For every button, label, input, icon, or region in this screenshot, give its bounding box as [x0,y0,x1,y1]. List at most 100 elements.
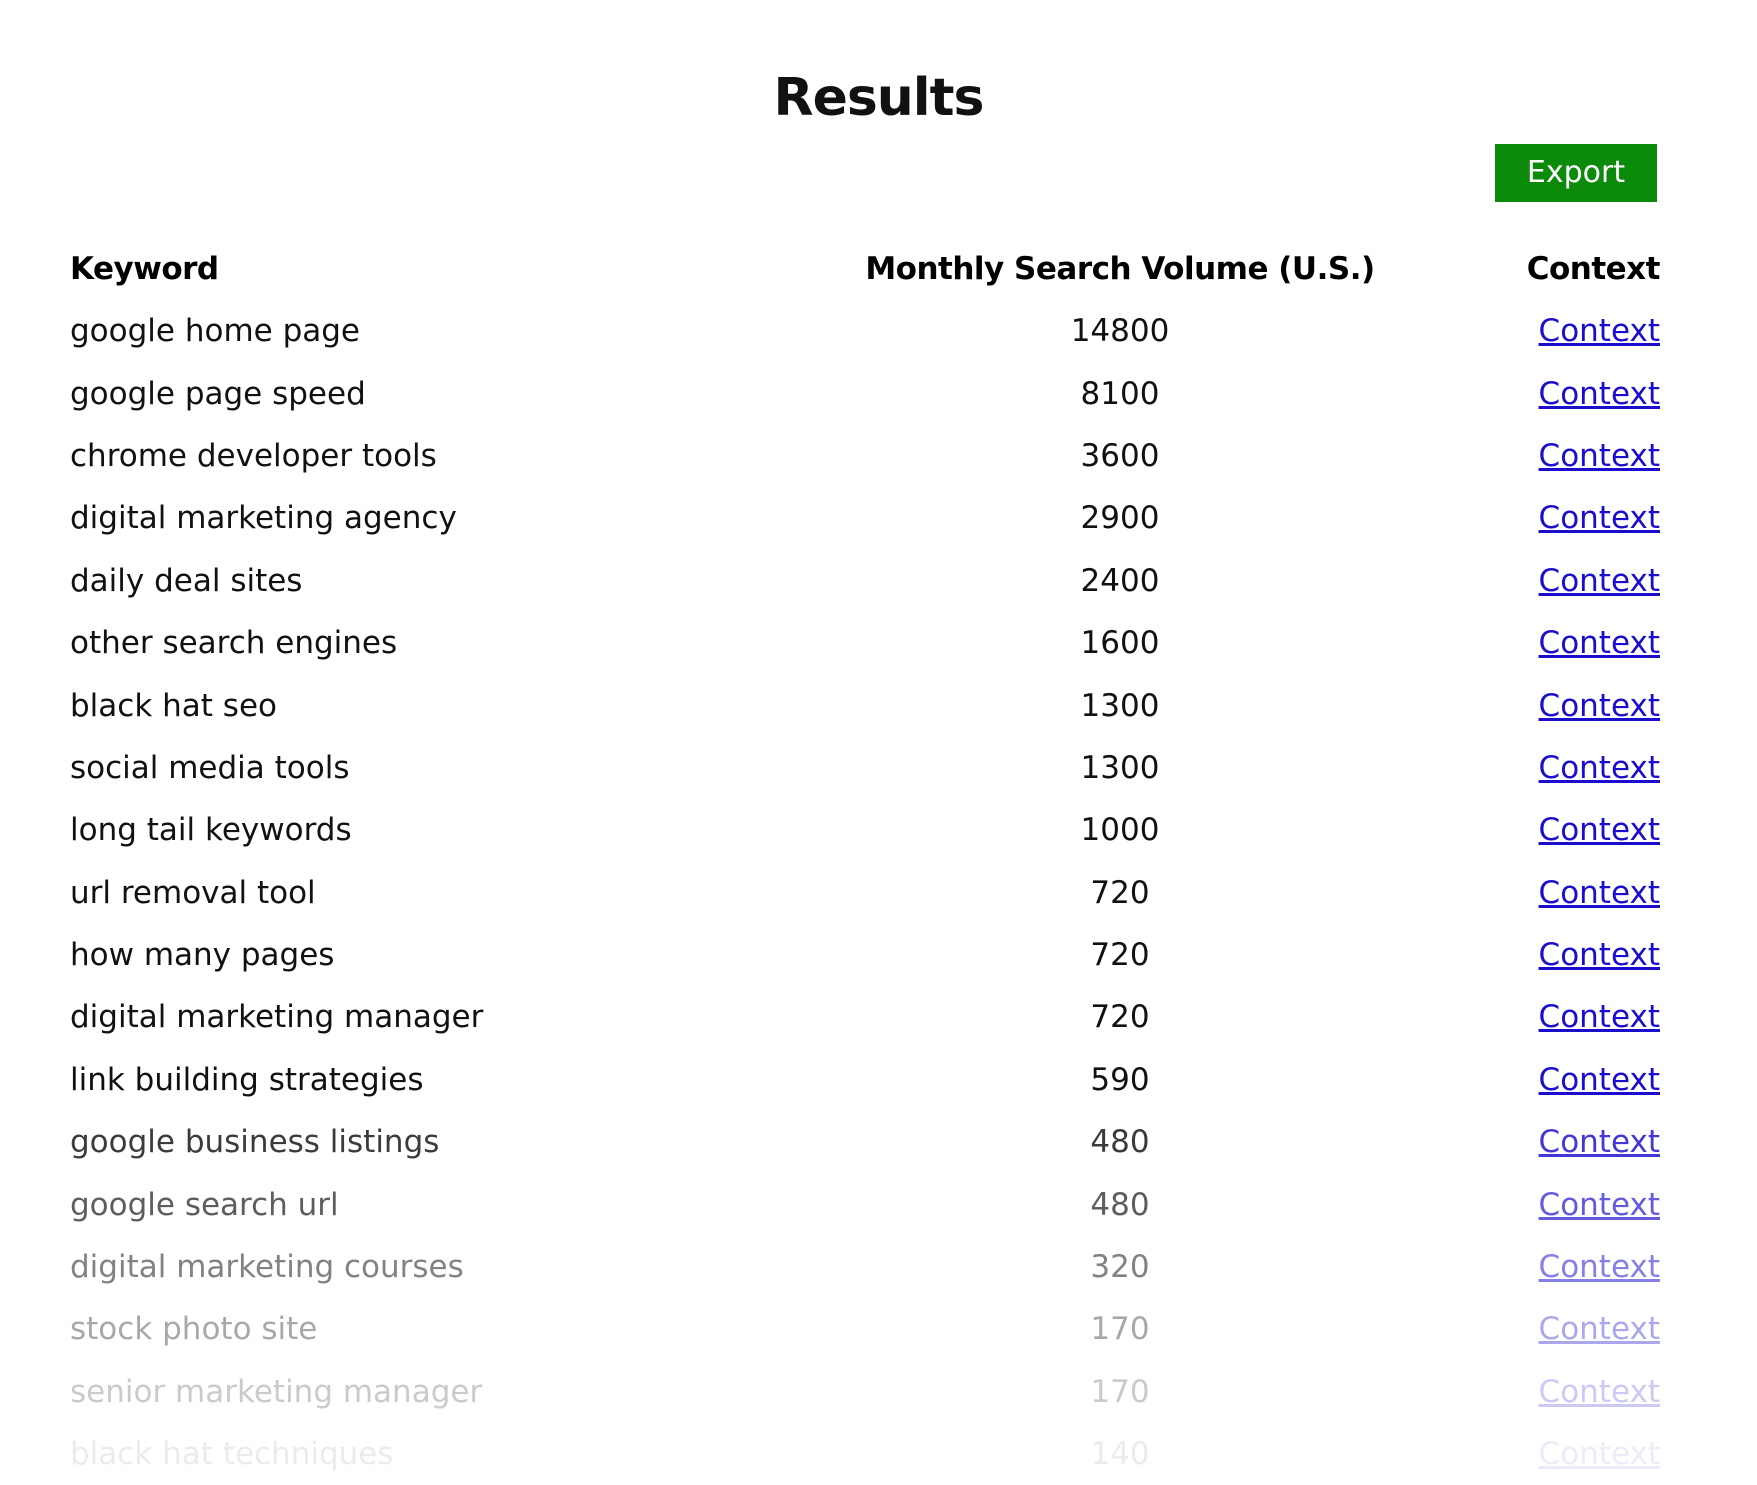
context-cell: Context [1390,300,1660,362]
volume-cell: 170 [1090,1373,1150,1410]
volume-cell: 320 [1090,1249,1150,1286]
keyword-cell: black hat seo [70,687,277,724]
context-link[interactable]: Context [1539,563,1660,599]
table-row: how many pages 720 Context [70,924,1660,986]
table-row: stock photo site 170 Context [70,1298,1660,1360]
context-link[interactable]: Context [1539,625,1660,661]
context-link[interactable]: Context [1539,1124,1660,1160]
context-cell: Context [1390,1361,1660,1423]
volume-cell: 1600 [1080,625,1160,662]
table-row: black hat seo 1300 Context [70,674,1660,736]
context-cell: Context [1390,550,1660,612]
context-cell: Context [1390,1049,1660,1111]
context-link[interactable]: Context [1539,688,1660,724]
table-row: google business listings 480 Context [70,1111,1660,1173]
volume-cell: 1300 [1080,687,1160,724]
context-link[interactable]: Context [1539,438,1660,474]
keyword-column-header: Keyword [70,251,219,287]
context-link[interactable]: Context [1539,1062,1660,1098]
volume-cell: 14800 [1070,313,1170,350]
context-link[interactable]: Context [1539,999,1660,1035]
volume-cell: 1000 [1080,812,1160,849]
context-cell: Context [1390,674,1660,736]
table-row: digital marketing courses 320 Context [70,1236,1660,1298]
keyword-cell: how many pages [70,937,335,974]
table-row: digital marketing manager 720 Context [70,986,1660,1048]
keyword-cell: google search url [70,1186,339,1223]
context-cell: Context [1390,737,1660,799]
table-row: google home page 14800 Context [70,300,1660,362]
page-title: Results [773,68,985,128]
table-row: black hat techniques 140 Context [70,1423,1660,1485]
table-row: social media tools 1300 Context [70,737,1660,799]
volume-cell: 720 [1090,999,1150,1036]
context-cell: Context [1390,986,1660,1048]
context-link[interactable]: Context [1539,812,1660,848]
context-cell: Context [1390,487,1660,549]
context-link[interactable]: Context [1539,1249,1660,1285]
volume-cell: 170 [1090,1311,1150,1348]
volume-cell: 480 [1090,1186,1150,1223]
keyword-cell: chrome developer tools [70,437,437,474]
context-link[interactable]: Context [1539,937,1660,973]
context-cell: Context [1390,425,1660,487]
volume-cell: 480 [1090,1124,1150,1161]
table-row: google page speed 8100 Context [70,362,1660,424]
context-cell: Context [1390,1298,1660,1360]
table-row: link building strategies 590 Context [70,1049,1660,1111]
keyword-cell: link building strategies [70,1061,424,1098]
volume-cell: 2900 [1080,500,1160,537]
volume-cell: 590 [1090,1061,1150,1098]
context-cell: Context [1390,799,1660,861]
context-link[interactable]: Context [1539,875,1660,911]
table-row: digital marketing agency 2900 Context [70,487,1660,549]
table-row: senior marketing manager 170 Context [70,1361,1660,1423]
context-link[interactable]: Context [1539,500,1660,536]
table-header-row: Keyword Monthly Search Volume (U.S.) Con… [70,238,1661,300]
table-header: Keyword Monthly Search Volume (U.S.) Con… [70,238,1661,300]
context-cell: Context [1390,1173,1660,1235]
context-link[interactable]: Context [1539,1374,1660,1410]
keyword-cell: long tail keywords [70,812,352,849]
keyword-cell: senior marketing manager [70,1373,483,1410]
context-column-header: Context [1526,251,1661,287]
context-link[interactable]: Context [1539,1187,1660,1223]
context-link[interactable]: Context [1539,376,1660,412]
table-row: long tail keywords 1000 Context [70,799,1660,861]
export-button[interactable]: Export [1495,144,1657,202]
context-cell: Context [1390,1423,1660,1485]
context-link[interactable]: Context [1539,750,1660,786]
table-row: google search url 480 Context [70,1173,1660,1235]
context-cell: Context [1390,612,1660,674]
keyword-cell: stock photo site [70,1311,318,1348]
table-body: google home page 14800 Context google page … [70,300,1660,1485]
keyword-cell: digital marketing courses [70,1249,464,1286]
keyword-cell: social media tools [70,749,350,786]
keyword-cell: digital marketing agency [70,500,457,537]
volume-cell: 8100 [1080,375,1160,412]
volume-cell: 720 [1090,874,1150,911]
table-row: chrome developer tools 3600 Context [70,425,1660,487]
keyword-cell: google home page [70,313,360,350]
context-link[interactable]: Context [1539,313,1660,349]
volume-column-header: Monthly Search Volume (U.S.) [865,251,1375,287]
context-cell: Context [1390,1236,1660,1298]
table-row: daily deal sites 2400 Context [70,550,1660,612]
keyword-cell: google business listings [70,1124,440,1161]
volume-cell: 3600 [1080,437,1160,474]
table-row: other search engines 1600 Context [70,612,1660,674]
keyword-cell: google page speed [70,375,366,412]
keyword-cell: black hat techniques [70,1436,394,1473]
keyword-cell: other search engines [70,625,398,662]
context-cell: Context [1390,1111,1660,1173]
results-table: Keyword Monthly Search Volume (U.S.) Con… [70,238,1661,1485]
volume-cell: 2400 [1080,562,1160,599]
context-cell: Context [1390,862,1660,924]
table-row: url removal tool 720 Context [70,862,1660,924]
context-cell: Context [1390,924,1660,986]
context-cell: Context [1390,362,1660,424]
context-link[interactable]: Context [1539,1311,1660,1347]
context-link[interactable]: Context [1539,1436,1660,1472]
keyword-cell: daily deal sites [70,562,303,599]
volume-cell: 140 [1090,1436,1150,1473]
